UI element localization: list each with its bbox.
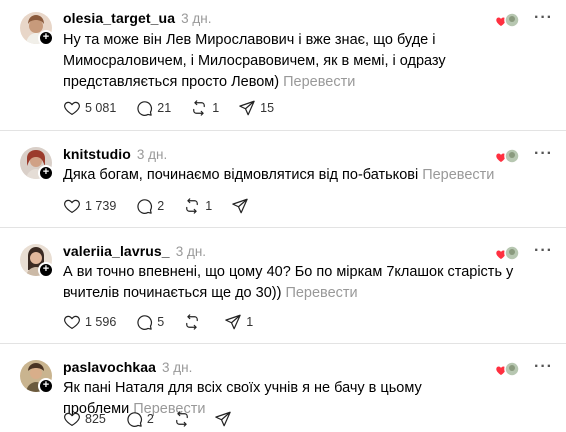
- timestamp: 3 дн.: [175, 243, 207, 259]
- share-button[interactable]: 1: [224, 313, 253, 331]
- comment-icon: [135, 99, 153, 117]
- divider: [0, 130, 566, 131]
- repost-icon: [190, 99, 208, 117]
- heart-icon: [63, 313, 81, 331]
- timestamp: 3 дн.: [181, 10, 212, 26]
- avatar[interactable]: +: [20, 147, 54, 181]
- comment-header-right: ···: [496, 358, 552, 378]
- send-icon: [224, 313, 242, 331]
- reply-count: 5: [157, 315, 165, 329]
- action-bar: 1 596 5 1: [63, 311, 272, 333]
- repost-icon: [183, 197, 201, 215]
- comment-header: olesia_target_ua 3 дн.: [63, 9, 211, 27]
- action-bar: 5 081 21 1 15: [63, 97, 293, 119]
- action-bar: 825 2: [63, 408, 255, 430]
- translate-link[interactable]: Перевести: [285, 285, 357, 301]
- username[interactable]: paslavochkaa: [63, 359, 156, 375]
- reply-button[interactable]: 5: [135, 313, 164, 331]
- avatar[interactable]: +: [20, 360, 54, 394]
- like-button[interactable]: 825: [63, 410, 106, 428]
- more-icon[interactable]: ···: [534, 145, 553, 163]
- follow-plus-icon[interactable]: +: [38, 165, 54, 181]
- reply-count: 2: [146, 412, 154, 426]
- like-count: 5 081: [85, 101, 117, 115]
- send-icon: [238, 99, 256, 117]
- repost-button[interactable]: [173, 410, 195, 428]
- reply-button[interactable]: 21: [135, 99, 171, 117]
- share-button[interactable]: [231, 197, 253, 215]
- divider: [0, 343, 566, 344]
- action-bar: 1 739 2 1: [63, 195, 272, 217]
- comment-icon: [135, 197, 153, 215]
- send-icon: [214, 410, 232, 428]
- share-count: 15: [260, 101, 275, 115]
- like-button[interactable]: 5 081: [63, 99, 116, 117]
- repost-count: 1: [212, 101, 220, 115]
- repost-count: 1: [205, 199, 213, 213]
- heart-icon: [63, 410, 81, 428]
- follow-plus-icon[interactable]: +: [38, 378, 54, 394]
- comment-text: А ви точно впевнені, що цому 40? Бо по м…: [63, 262, 553, 304]
- timestamp: 3 дн.: [162, 359, 193, 375]
- more-icon[interactable]: ···: [534, 358, 553, 376]
- comment-icon: [135, 313, 153, 331]
- share-button[interactable]: 15: [238, 99, 274, 117]
- reply-button[interactable]: 2: [125, 410, 154, 428]
- like-count: 1 596: [85, 315, 117, 329]
- divider: [0, 227, 566, 228]
- comment-text: Ну та може він Лев Мирославович і вже зн…: [63, 30, 553, 93]
- heart-icon: [63, 197, 81, 215]
- comment-header: paslavochkaa 3 дн.: [63, 358, 192, 376]
- follow-plus-icon[interactable]: +: [38, 30, 54, 46]
- send-icon: [231, 197, 249, 215]
- translate-link[interactable]: Перевести: [283, 74, 355, 90]
- like-count: 1 739: [85, 199, 117, 213]
- comment-body: Ну та може він Лев Мирославович і вже зн…: [63, 32, 446, 90]
- more-icon[interactable]: ···: [534, 242, 553, 260]
- comment-header-right: ···: [496, 145, 552, 165]
- like-button[interactable]: 1 739: [63, 197, 116, 215]
- username[interactable]: knitstudio: [63, 146, 131, 162]
- repost-icon: [173, 410, 191, 428]
- comment-header: knitstudio 3 дн.: [63, 145, 167, 163]
- comment-header-right: ···: [496, 9, 552, 29]
- comment-header: valeriia_lavrus_ 3 дн.: [63, 242, 206, 260]
- share-button[interactable]: [214, 410, 236, 428]
- heart-icon: [63, 99, 81, 117]
- repost-icon: [183, 313, 201, 331]
- like-button[interactable]: 1 596: [63, 313, 116, 331]
- repost-button[interactable]: 1: [190, 99, 219, 117]
- like-count: 825: [85, 412, 106, 426]
- reply-count: 21: [157, 101, 172, 115]
- follow-plus-icon[interactable]: +: [38, 262, 54, 278]
- reply-count: 2: [157, 199, 165, 213]
- translate-link[interactable]: Перевести: [422, 167, 494, 183]
- repost-button[interactable]: [183, 313, 205, 331]
- username[interactable]: olesia_target_ua: [63, 10, 175, 26]
- comment-header-right: ···: [496, 242, 552, 262]
- share-count: 1: [246, 315, 254, 329]
- username[interactable]: valeriia_lavrus_: [63, 243, 170, 259]
- repost-button[interactable]: 1: [183, 197, 212, 215]
- avatar[interactable]: +: [20, 12, 54, 46]
- comment-icon: [125, 410, 143, 428]
- comment-text: Дяка богам, починаємо відмовлятися від п…: [63, 165, 553, 186]
- more-icon[interactable]: ···: [534, 9, 553, 27]
- timestamp: 3 дн.: [136, 146, 168, 162]
- avatar[interactable]: +: [20, 244, 54, 278]
- reply-button[interactable]: 2: [135, 197, 164, 215]
- comment-body: Дяка богам, починаємо відмовлятися від п…: [63, 167, 419, 183]
